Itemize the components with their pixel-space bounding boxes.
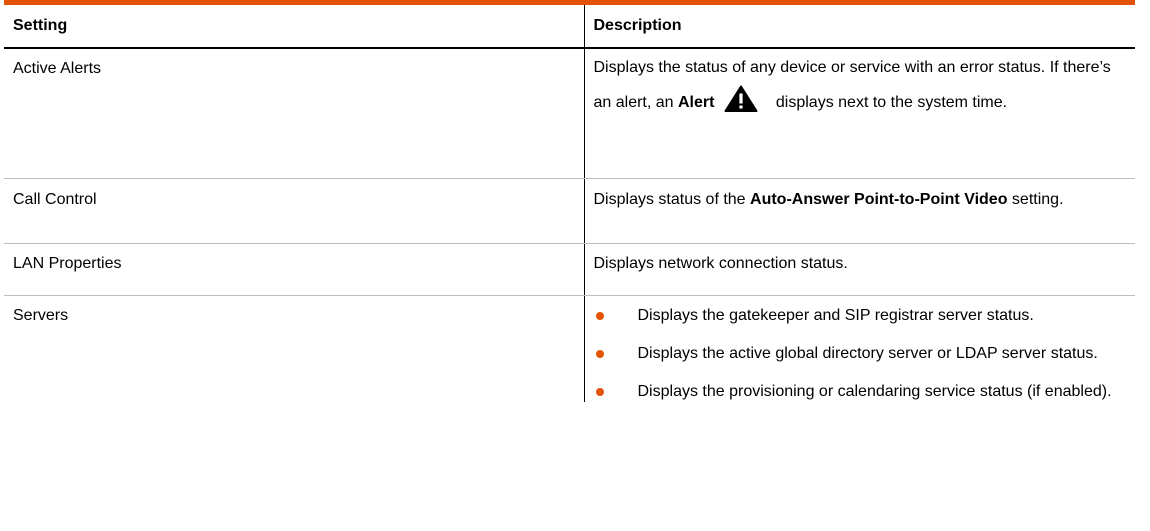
bullet-dot-icon — [595, 350, 604, 358]
list-item-text: Displays the gatekeeper and SIP registra… — [637, 307, 1034, 324]
list-item-text: Displays the provisioning or calendaring… — [637, 383, 1112, 400]
description-lan-properties: Displays network connection status. — [583, 243, 1135, 296]
settings-table: Setting Description Active Alerts Displa… — [4, 0, 1135, 402]
description-text: setting. — [1007, 191, 1064, 208]
table-row: Call Control Displays status of the Auto… — [4, 178, 1135, 244]
list-item: Displays the provisioning or calendaring… — [594, 382, 1126, 402]
header-setting: Setting — [4, 0, 584, 49]
setting-lan-properties: LAN Properties — [4, 243, 584, 296]
table-header: Setting Description — [4, 0, 1135, 49]
auto-answer-term: Auto-Answer Point-to-Point Video — [750, 191, 1008, 208]
description-call-control: Displays status of the Auto-Answer Point… — [583, 178, 1135, 244]
description-active-alerts: Displays the status of any device or ser… — [583, 48, 1135, 179]
setting-call-control: Call Control — [4, 178, 584, 244]
warning-triangle-icon — [724, 85, 758, 112]
header-row: Setting Description — [4, 0, 1135, 49]
description-text: displays next to the system time. — [771, 94, 1008, 111]
alert-term: Alert — [678, 94, 715, 111]
setting-servers: Servers — [13, 307, 69, 324]
description-servers: Displays the gatekeeper and SIP registra… — [583, 295, 1135, 402]
bullet-dot-icon — [595, 312, 604, 320]
list-item: Displays the active global directory ser… — [594, 344, 1126, 364]
list-item-text: Displays the active global directory ser… — [637, 345, 1098, 362]
bullet-dot-icon — [595, 388, 604, 396]
header-description: Description — [583, 0, 1135, 49]
setting-active-alerts: Active Alerts — [4, 48, 584, 179]
list-item: Displays the gatekeeper and SIP registra… — [594, 306, 1126, 326]
table-row: Servers Displays the gatekeeper and SIP … — [4, 295, 1135, 402]
table-row: LAN Properties Displays network connecti… — [4, 243, 1135, 296]
table-row: Active Alerts Displays the status of any… — [4, 48, 1135, 179]
servers-bullet-list: Displays the gatekeeper and SIP registra… — [594, 306, 1126, 402]
description-text: Displays status of the — [593, 191, 751, 208]
